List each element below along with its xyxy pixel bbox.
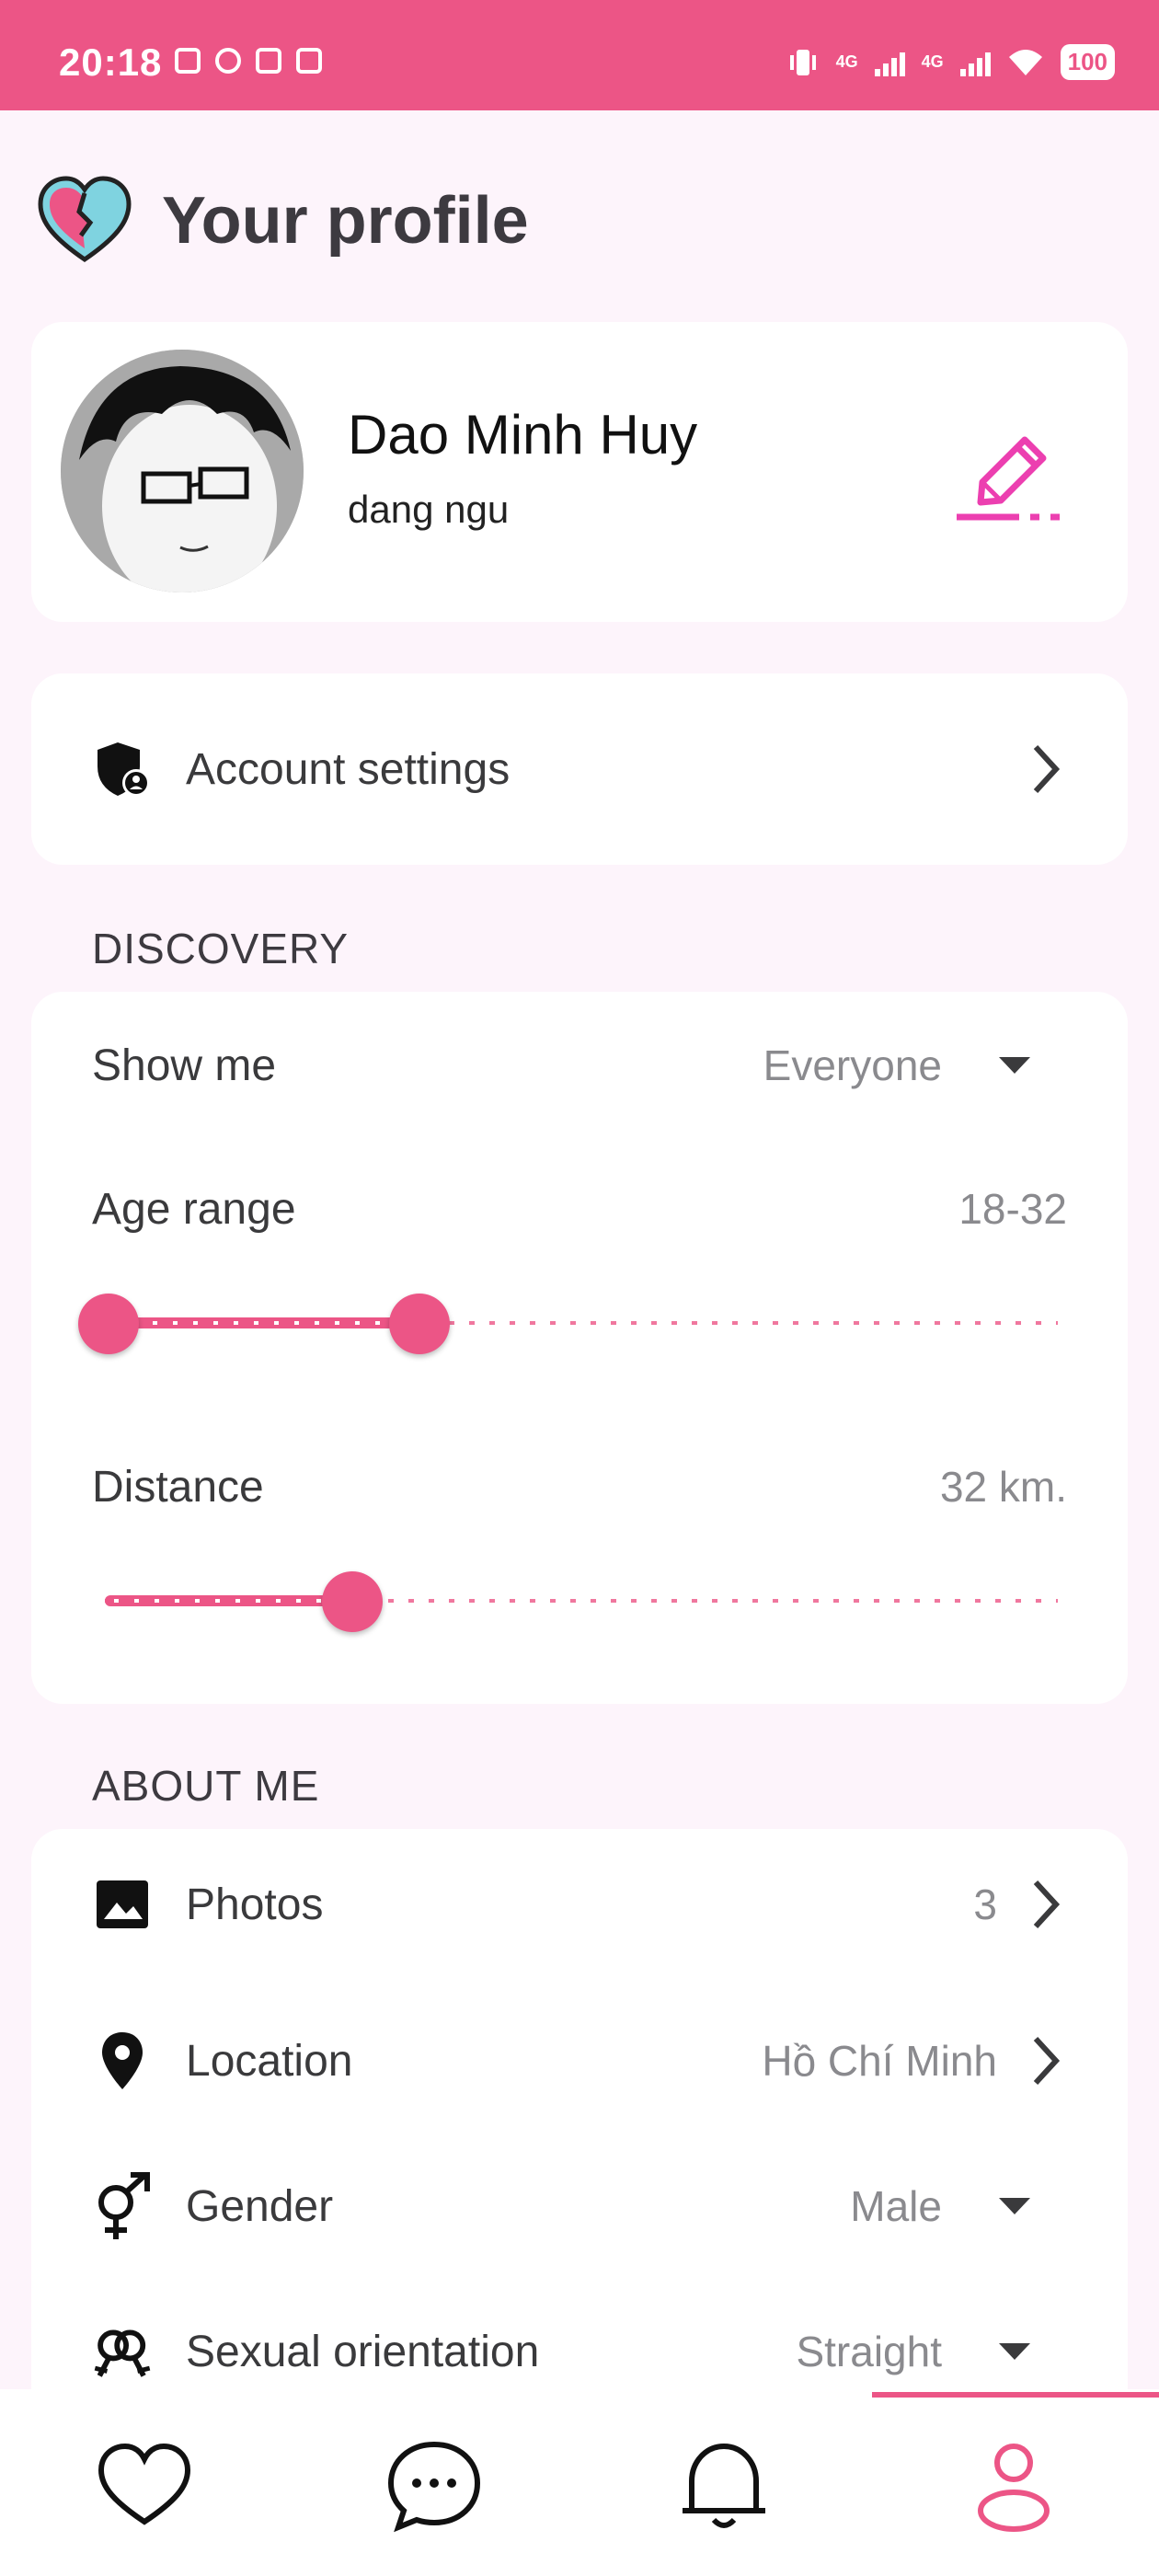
age-range-value: 18-32 bbox=[958, 1185, 1067, 1233]
location-label: Location bbox=[186, 2036, 353, 2086]
image-icon bbox=[92, 1874, 153, 1935]
age-range-fill-dots bbox=[132, 1321, 392, 1325]
age-range-min-handle[interactable] bbox=[78, 1294, 139, 1354]
wifi-icon bbox=[1008, 49, 1042, 75]
photos-count: 3 bbox=[973, 1880, 997, 1928]
show-me-row[interactable]: Show me Everyone bbox=[92, 1019, 1067, 1111]
location-pin-icon bbox=[92, 2030, 153, 2091]
network-label-2: 4G bbox=[921, 52, 944, 71]
active-tab-indicator bbox=[872, 2392, 1159, 2398]
drive-icon bbox=[256, 48, 281, 74]
age-range-max-handle[interactable] bbox=[389, 1294, 450, 1354]
sim-icon bbox=[175, 48, 201, 74]
distance-value: 32 km. bbox=[939, 1463, 1067, 1511]
profile-status: dang ngu bbox=[348, 488, 510, 531]
battery-indicator: 100 bbox=[1060, 44, 1115, 80]
orientation-value: Straight bbox=[796, 2328, 942, 2375]
signal-icon-2 bbox=[959, 49, 991, 76]
distance-slider[interactable] bbox=[105, 1569, 1058, 1633]
orientation-label: Sexual orientation bbox=[186, 2327, 540, 2376]
show-me-label: Show me bbox=[92, 1041, 277, 1090]
page-header: Your profile bbox=[37, 170, 529, 271]
network-label-1: 4G bbox=[835, 52, 858, 71]
age-range-slider[interactable] bbox=[78, 1291, 1058, 1355]
signal-icon bbox=[874, 49, 905, 76]
status-time: 20:18 bbox=[59, 40, 163, 84]
orientation-row[interactable]: Sexual orientation Straight bbox=[92, 2306, 1067, 2398]
gender-value: Male bbox=[850, 2182, 942, 2230]
dropdown-caret-icon bbox=[999, 1057, 1030, 1074]
chat-icon[interactable] bbox=[384, 2435, 485, 2536]
discovery-card: Show me Everyone Age range 18-32 Distanc… bbox=[31, 992, 1128, 1704]
chevron-right-icon bbox=[1033, 2036, 1061, 2086]
dropdown-caret-icon bbox=[999, 2198, 1030, 2214]
gender-label: Gender bbox=[186, 2181, 334, 2231]
show-me-value: Everyone bbox=[763, 1041, 942, 1089]
age-range-row: Age range 18-32 bbox=[92, 1163, 1067, 1255]
age-range-label: Age range bbox=[92, 1184, 296, 1234]
system-icons: 4G 4G 100 bbox=[786, 44, 1115, 80]
heart-icon[interactable] bbox=[94, 2435, 195, 2536]
bottom-navigation bbox=[0, 2389, 1159, 2576]
profile-name: Dao Minh Huy bbox=[348, 404, 698, 466]
vibrate-icon bbox=[789, 49, 816, 75]
chevron-right-icon bbox=[1033, 744, 1061, 794]
notification-icons bbox=[175, 48, 322, 74]
account-settings-label: Account settings bbox=[186, 744, 511, 794]
dropdown-caret-icon bbox=[999, 2343, 1030, 2360]
distance-fill-dots bbox=[114, 1599, 325, 1603]
shield-user-icon bbox=[92, 739, 153, 799]
status-bar: 20:18 4G 4G 100 bbox=[0, 0, 1159, 110]
profile-icon[interactable] bbox=[963, 2435, 1064, 2536]
pencil-icon[interactable] bbox=[953, 423, 1063, 524]
about-me-heading: ABOUT ME bbox=[92, 1762, 320, 1810]
gender-icon bbox=[92, 2172, 153, 2239]
distance-handle[interactable] bbox=[322, 1571, 383, 1632]
distance-label: Distance bbox=[92, 1462, 264, 1512]
location-row[interactable]: Location Hồ Chí Minh bbox=[92, 2015, 1067, 2107]
page-title: Your profile bbox=[162, 184, 529, 258]
photos-row[interactable]: Photos 3 bbox=[92, 1858, 1067, 1950]
account-settings-row[interactable]: Account settings bbox=[92, 723, 1067, 815]
avatar-illustration bbox=[61, 350, 304, 592]
heart-logo-icon bbox=[38, 176, 132, 263]
photos-label: Photos bbox=[186, 1880, 324, 1929]
chevron-right-icon bbox=[1033, 1880, 1061, 1929]
avatar[interactable] bbox=[61, 350, 304, 592]
bell-icon[interactable] bbox=[673, 2435, 775, 2536]
profile-card[interactable]: Dao Minh Huy dang ngu bbox=[31, 322, 1128, 622]
distance-row: Distance 32 km. bbox=[92, 1441, 1067, 1533]
account-settings-card[interactable]: Account settings bbox=[31, 673, 1128, 865]
messenger-icon bbox=[215, 48, 241, 74]
about-me-card: Photos 3 Location Hồ Chí Minh Gender Mal… bbox=[31, 1829, 1128, 2418]
location-value: Hồ Chí Minh bbox=[762, 2037, 997, 2085]
app-icon bbox=[296, 48, 322, 74]
gender-row[interactable]: Gender Male bbox=[92, 2160, 1067, 2252]
orientation-icon bbox=[92, 2321, 153, 2382]
discovery-heading: DISCOVERY bbox=[92, 925, 350, 972]
